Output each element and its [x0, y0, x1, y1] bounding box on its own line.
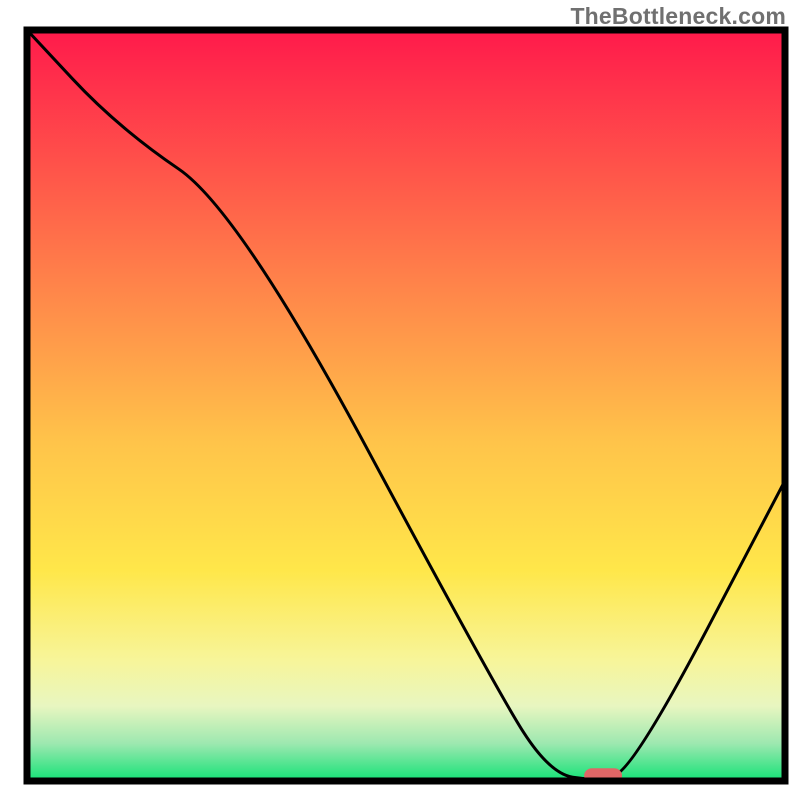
chart-container: TheBottleneck.com	[0, 0, 800, 800]
bottleneck-chart	[0, 0, 800, 800]
watermark-text: TheBottleneck.com	[570, 3, 786, 30]
